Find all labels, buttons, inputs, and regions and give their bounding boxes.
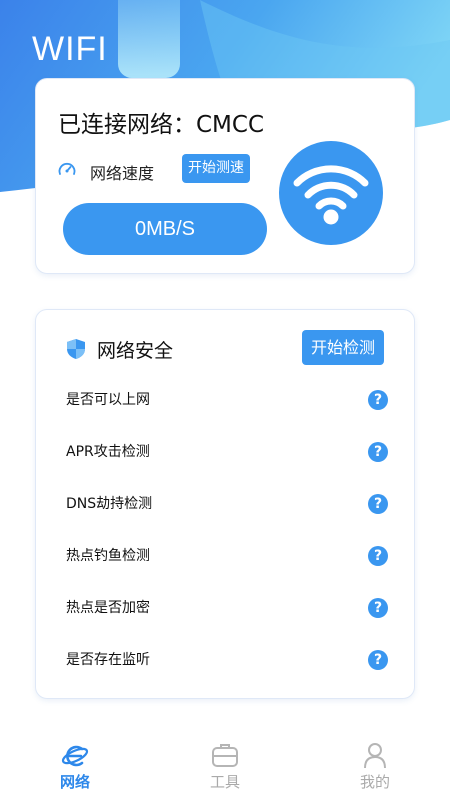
wifi-icon [293, 165, 369, 225]
help-icon[interactable]: ? [368, 546, 388, 566]
wifi-button[interactable] [279, 141, 383, 245]
security-item-label: 是否存在监听 [66, 652, 150, 668]
security-item-label: 热点是否加密 [66, 600, 150, 616]
security-item-label: 热点钓鱼检测 [66, 548, 150, 564]
start-detection-button[interactable]: 开始检测 [302, 330, 384, 365]
connection-card: 已连接网络：CMCC 网络速度 开始测速 0MB/S [35, 78, 415, 274]
security-item-label: APR攻击检测 [66, 444, 150, 460]
tab-label: 我的 [359, 773, 390, 791]
security-item-label: 是否可以上网 [66, 392, 150, 408]
security-item: DNS劫持检测 ? [36, 478, 416, 530]
tab-label: 工具 [209, 773, 240, 791]
help-icon[interactable]: ? [368, 390, 388, 410]
bottom-tab-bar: 网络 工具 我的 [0, 730, 450, 800]
start-speed-test-button[interactable]: 开始测速 [182, 154, 250, 183]
speed-value: 0MB/S [63, 203, 267, 255]
tab-label: 网络 [59, 773, 90, 791]
tab-network[interactable]: 网络 [30, 730, 120, 800]
security-item: APR攻击检测 ? [36, 426, 416, 478]
speedometer-icon [58, 162, 76, 175]
toolbox-icon [212, 744, 238, 767]
security-title: 网络安全 [97, 340, 174, 362]
security-card: 网络安全 开始检测 是否可以上网 ? APR攻击检测 ? DNS劫持检测 ? 热… [35, 309, 415, 699]
help-icon[interactable]: ? [368, 494, 388, 514]
network-icon [61, 745, 89, 767]
help-icon[interactable]: ? [368, 650, 388, 670]
security-item-label: DNS劫持检测 [66, 496, 153, 512]
speed-label: 网络速度 [90, 164, 155, 183]
security-item: 是否存在监听 ? [36, 634, 416, 686]
app-title: WIFI [32, 30, 108, 68]
connection-title: 已连接网络：CMCC [58, 112, 265, 138]
shield-icon [67, 339, 85, 359]
tab-tools[interactable]: 工具 [180, 730, 270, 800]
help-icon[interactable]: ? [368, 598, 388, 618]
help-icon[interactable]: ? [368, 442, 388, 462]
user-icon [364, 743, 386, 769]
security-item: 热点钓鱼检测 ? [36, 530, 416, 582]
security-item: 是否可以上网 ? [36, 374, 416, 426]
tab-mine[interactable]: 我的 [330, 730, 420, 800]
security-item: 热点是否加密 ? [36, 582, 416, 634]
